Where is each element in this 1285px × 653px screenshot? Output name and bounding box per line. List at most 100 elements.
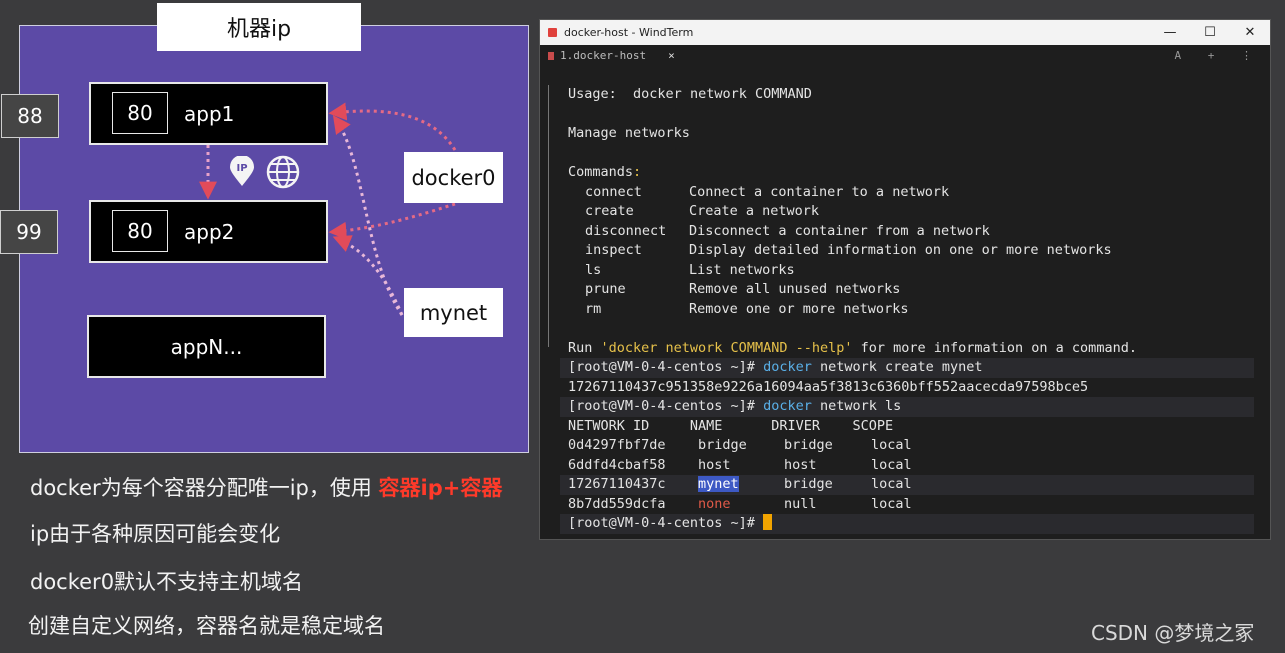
help-hint-pre: Run <box>568 339 601 356</box>
network-driver: bridge <box>784 437 833 453</box>
manage-line: Manage networks <box>568 125 690 141</box>
network-name-selected: mynet <box>698 476 739 492</box>
arrow-mynet-to-app1 <box>332 115 404 316</box>
tab-docker-host[interactable]: 1.docker-host × <box>548 49 675 62</box>
shell-prompt: [root@VM-0-4-centos ~]# <box>568 398 764 414</box>
app1-container: 80 app1 <box>89 82 328 145</box>
command-row: rm Remove one or more networks <box>585 300 908 320</box>
windterm-app-icon <box>548 28 557 37</box>
network-row: 8b7dd559dcfa none null local <box>568 495 912 515</box>
commands-label: Commands <box>568 164 634 180</box>
app2-name: app2 <box>184 219 235 244</box>
output-fold-gutter <box>548 85 549 347</box>
maximize-button[interactable]: ☐ <box>1190 20 1230 45</box>
commands-colon: : <box>633 164 642 180</box>
command-desc: Remove one or more networks <box>689 300 909 317</box>
network-id-output: 17267110437c951358e9226a16094aa5f3813c63… <box>568 378 1089 395</box>
mynet-network: mynet <box>404 288 503 337</box>
network-name: bridge <box>698 437 747 453</box>
command-desc: Connect a container to a network <box>689 183 950 200</box>
active-prompt-line[interactable]: [root@VM-0-4-centos ~]# <box>568 514 773 534</box>
csdn-watermark: CSDN @梦境之冢 <box>1091 621 1255 645</box>
help-hint-line: Run 'docker network COMMAND --help' for … <box>568 339 1137 359</box>
network-driver: host <box>784 456 817 473</box>
network-driver: null <box>784 495 817 512</box>
shell-prompt: [root@VM-0-4-centos ~]# <box>568 515 764 531</box>
network-id: 0d4297fbf7de <box>568 437 666 453</box>
window-controls: — ☐ ✕ <box>1150 20 1270 45</box>
ip-pin-icon: IP <box>230 156 254 186</box>
command-args: network ls <box>811 398 902 414</box>
arrow-mynet-to-app2 <box>332 235 404 316</box>
shell-prompt: [root@VM-0-4-centos ~]# <box>568 359 764 375</box>
network-scope: local <box>871 456 912 473</box>
command-desc: Display detailed information on one or m… <box>689 242 1112 258</box>
network-name: host <box>698 456 731 473</box>
usage-line: Usage: docker network COMMAND <box>568 85 812 105</box>
svg-text:IP: IP <box>236 163 247 174</box>
bullet-4: 创建自定义网络，容器名就是稳定域名 <box>28 614 385 638</box>
window-titlebar[interactable]: docker-host - WindTerm — ☐ ✕ <box>540 20 1270 45</box>
arrow-docker0-to-app1 <box>328 102 457 151</box>
window-title: docker-host - WindTerm <box>564 26 694 39</box>
network-scope: local <box>871 495 912 512</box>
network-row: 6ddfd4cbaf58 host host local <box>568 456 912 476</box>
text-cursor <box>763 514 773 530</box>
docker-keyword: docker <box>763 398 812 414</box>
command-row: inspect Display detailed information on o… <box>585 241 1112 261</box>
bullet-1-text: docker为每个容器分配唯一ip，使用 <box>30 476 379 500</box>
minimize-button[interactable]: — <box>1150 20 1190 45</box>
app2-port: 80 <box>112 210 168 252</box>
usage-command: docker network COMMAND <box>633 86 812 102</box>
appn-container: appN... <box>87 315 326 378</box>
network-table-header: NETWORK ID NAME DRIVER SCOPE <box>568 417 894 434</box>
bullet-3: docker0默认不支持主机域名 <box>30 570 304 594</box>
windterm-window: docker-host - WindTerm — ☐ ✕ 1.docker-ho… <box>539 19 1271 540</box>
command-name: rm <box>585 300 602 317</box>
terminal-output[interactable]: Usage: docker network COMMAND Manage net… <box>540 67 1270 539</box>
tab-close-icon[interactable]: × <box>668 49 675 62</box>
create-command-line: [root@VM-0-4-centos ~]# docker network c… <box>568 358 983 378</box>
command-name: ls <box>585 261 602 278</box>
command-row: connect Connect a container to a network <box>585 183 949 203</box>
app2-container: 80 app2 <box>89 200 328 263</box>
host-port-99: 99 <box>0 210 58 254</box>
command-row: prune Remove all unused networks <box>585 280 900 300</box>
command-row: disconnect Disconnect a container from a … <box>585 222 990 242</box>
network-row-selected: 17267110437c mynet bridge local <box>568 475 912 495</box>
network-id: 6ddfd4cbaf58 <box>568 456 666 473</box>
network-id: 17267110437c <box>568 476 666 492</box>
command-desc: List networks <box>689 261 795 278</box>
command-desc: Remove all unused networks <box>689 281 901 297</box>
app1-port: 80 <box>112 92 168 134</box>
command-name: prune <box>585 281 626 297</box>
app1-name: app1 <box>184 101 235 126</box>
command-row: ls List networks <box>585 261 795 281</box>
session-icon <box>548 51 554 60</box>
help-hint-post: for more information on a command. <box>852 339 1137 356</box>
command-desc: Create a network <box>689 203 820 219</box>
command-name: connect <box>585 183 642 200</box>
command-args: network create mynet <box>811 359 983 375</box>
host-port-88: 88 <box>1 94 59 138</box>
close-button[interactable]: ✕ <box>1230 20 1270 45</box>
docker-keyword: docker <box>763 359 812 375</box>
command-name: inspect <box>585 242 642 258</box>
help-hint-quoted: 'docker network COMMAND --help' <box>600 339 853 356</box>
network-scope: local <box>871 476 912 492</box>
tab-tools[interactable]: A + ⋮ <box>1175 49 1263 62</box>
docker0-network: docker0 <box>404 152 503 203</box>
command-name: create <box>585 203 634 219</box>
arrow-docker0-to-app2 <box>328 202 456 240</box>
command-row: create Create a network <box>585 202 819 222</box>
usage-label: Usage: <box>568 86 617 102</box>
bullet-2: ip由于各种原因可能会变化 <box>30 522 281 546</box>
ls-command-line: [root@VM-0-4-centos ~]# docker network l… <box>568 397 901 417</box>
command-desc: Disconnect a container from a network <box>689 222 990 239</box>
appn-name: appN... <box>170 334 243 359</box>
command-name: disconnect <box>585 222 667 239</box>
network-scope: local <box>871 437 912 453</box>
network-id: 8b7dd559dcfa <box>568 495 666 512</box>
bullet-1-highlight: 容器ip+容器 <box>378 476 503 500</box>
bullet-1: docker为每个容器分配唯一ip，使用 容器ip+容器 <box>30 472 502 502</box>
